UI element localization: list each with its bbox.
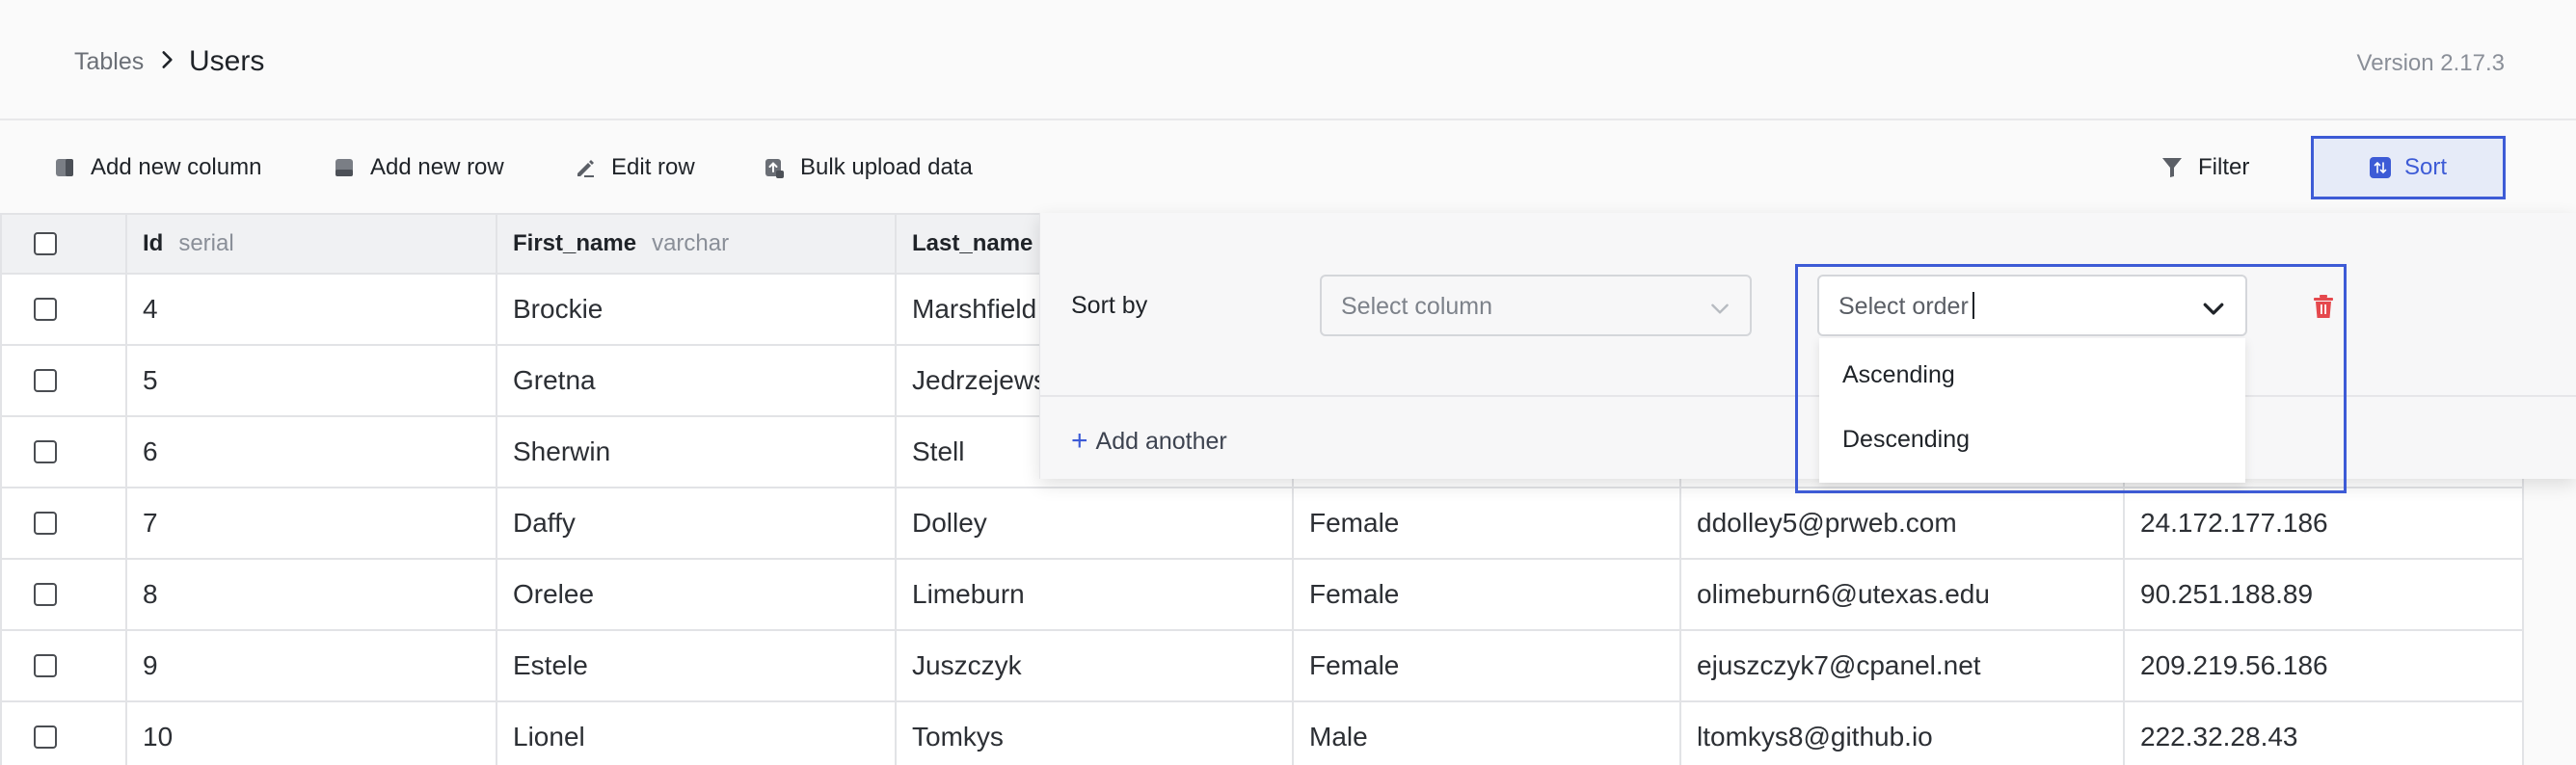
select-column-dropdown[interactable]: Select column — [1320, 275, 1752, 336]
cell-id[interactable]: 5 — [125, 344, 497, 417]
add-column-label: Add new column — [91, 154, 262, 180]
cell-last-name[interactable]: Dolley — [895, 487, 1294, 560]
cell-gender[interactable]: Female — [1292, 629, 1681, 702]
bulk-upload-label: Bulk upload data — [800, 154, 973, 180]
sort-label: Sort — [2403, 154, 2447, 180]
cell-email[interactable]: ejuszczyk7@cpanel.net — [1679, 629, 2125, 702]
cell-first-name[interactable]: Sherwin — [496, 415, 897, 488]
cell-id[interactable]: 8 — [125, 558, 497, 631]
row-select-cell — [0, 629, 127, 702]
column-header-id[interactable]: Id serial — [125, 213, 497, 275]
row-checkbox[interactable] — [34, 512, 57, 535]
cell-first-name[interactable]: Estele — [496, 629, 897, 702]
filter-button[interactable]: Filter — [2160, 151, 2249, 184]
bulk-upload-button[interactable]: Bulk upload data — [762, 151, 973, 184]
add-row-label: Add new row — [370, 154, 504, 180]
chevron-down-icon — [1711, 303, 1729, 314]
row-select-cell — [0, 273, 127, 346]
row-checkbox[interactable] — [34, 654, 57, 677]
cell-first-name[interactable]: Lionel — [496, 700, 897, 765]
upload-icon — [762, 155, 787, 180]
add-another-label: Add another — [1095, 427, 1227, 455]
cell-gender[interactable]: Female — [1292, 487, 1681, 560]
select-all-checkbox[interactable] — [34, 232, 57, 255]
pencil-icon — [573, 155, 598, 180]
sort-rule-row: Sort by Select column Select order Ascen… — [1040, 213, 2576, 493]
add-row-button[interactable]: Add new row — [332, 151, 504, 184]
cell-last-name[interactable]: Limeburn — [895, 558, 1294, 631]
page-header: Tables Users Version 2.17.3 — [0, 0, 2576, 120]
filter-icon — [2160, 155, 2185, 180]
add-another-button[interactable]: + Add another — [1071, 427, 1227, 456]
cell-gender[interactable]: Male — [1292, 700, 1681, 765]
sort-icon — [2369, 157, 2391, 178]
select-order-dropdown[interactable]: Select order — [1817, 275, 2247, 336]
cell-id[interactable]: 7 — [125, 487, 497, 560]
column-name: Id — [143, 230, 164, 256]
row-select-cell — [0, 415, 127, 488]
cell-id[interactable]: 4 — [125, 273, 497, 346]
table-row[interactable]: 10 Lionel Tomkys Male ltomkys8@github.io… — [0, 700, 2524, 765]
cell-first-name[interactable]: Gretna — [496, 344, 897, 417]
cell-email[interactable]: olimeburn6@utexas.edu — [1679, 558, 2125, 631]
option-ascending[interactable]: Ascending — [1842, 361, 1955, 389]
select-order-placeholder: Select order — [1838, 292, 1974, 321]
plus-icon: + — [1071, 425, 1088, 457]
sort-button[interactable]: Sort — [2311, 136, 2506, 199]
add-row-icon — [332, 155, 357, 180]
breadcrumb-tables[interactable]: Tables — [74, 48, 144, 76]
cell-ip-address[interactable]: 24.172.177.186 — [2123, 487, 2524, 560]
cell-ip-address[interactable]: 90.251.188.89 — [2123, 558, 2524, 631]
row-checkbox[interactable] — [34, 440, 57, 463]
cell-ip-address[interactable]: 222.32.28.43 — [2123, 700, 2524, 765]
order-options-menu: Ascending Descending — [1819, 338, 2245, 483]
cell-ip-address[interactable]: 209.219.56.186 — [2123, 629, 2524, 702]
table-row[interactable]: 7 Daffy Dolley Female ddolley5@prweb.com… — [0, 487, 2524, 560]
sort-popover: Sort by Select column Select order Ascen… — [1039, 213, 2576, 493]
row-select-cell — [0, 344, 127, 417]
chevron-down-icon — [2203, 303, 2224, 315]
sort-by-label: Sort by — [1071, 292, 1148, 319]
cell-gender[interactable]: Female — [1292, 558, 1681, 631]
filter-label: Filter — [2198, 154, 2250, 180]
cell-id[interactable]: 10 — [125, 700, 497, 765]
add-column-button[interactable]: Add new column — [52, 151, 261, 184]
row-checkbox[interactable] — [34, 583, 57, 606]
cell-first-name[interactable]: Brockie — [496, 273, 897, 346]
text-caret — [1972, 292, 1974, 320]
table-row[interactable]: 9 Estele Juszczyk Female ejuszczyk7@cpan… — [0, 629, 2524, 702]
column-name: First_name — [513, 230, 637, 256]
option-descending[interactable]: Descending — [1842, 426, 1970, 454]
column-type: varchar — [652, 230, 730, 256]
trash-icon[interactable] — [2313, 294, 2334, 319]
cell-last-name[interactable]: Juszczyk — [895, 629, 1294, 702]
edit-row-label: Edit row — [611, 154, 695, 180]
row-select-cell — [0, 487, 127, 560]
cell-email[interactable]: ddolley5@prweb.com — [1679, 487, 2125, 560]
column-name: Last_name — [912, 230, 1033, 256]
column-type: serial — [178, 230, 234, 256]
row-checkbox[interactable] — [34, 298, 57, 321]
add-column-icon — [52, 155, 77, 180]
row-select-cell — [0, 558, 127, 631]
row-checkbox[interactable] — [34, 369, 57, 392]
cell-first-name[interactable]: Orelee — [496, 558, 897, 631]
cell-id[interactable]: 9 — [125, 629, 497, 702]
toolbar: Add new column Add new row Edit row Bulk… — [0, 122, 2576, 213]
chevron-right-icon — [162, 51, 173, 68]
row-select-cell — [0, 700, 127, 765]
cell-last-name[interactable]: Tomkys — [895, 700, 1294, 765]
column-header-first-name[interactable]: First_name varchar — [496, 213, 897, 275]
cell-email[interactable]: ltomkys8@github.io — [1679, 700, 2125, 765]
select-column-placeholder: Select column — [1341, 293, 1493, 320]
cell-first-name[interactable]: Daffy — [496, 487, 897, 560]
breadcrumb-current: Users — [189, 45, 265, 77]
version-label: Version 2.17.3 — [2356, 50, 2505, 76]
row-checkbox[interactable] — [34, 725, 57, 749]
edit-row-button[interactable]: Edit row — [573, 151, 695, 184]
select-all-cell — [0, 213, 127, 275]
cell-id[interactable]: 6 — [125, 415, 497, 488]
table-row[interactable]: 8 Orelee Limeburn Female olimeburn6@utex… — [0, 558, 2524, 631]
